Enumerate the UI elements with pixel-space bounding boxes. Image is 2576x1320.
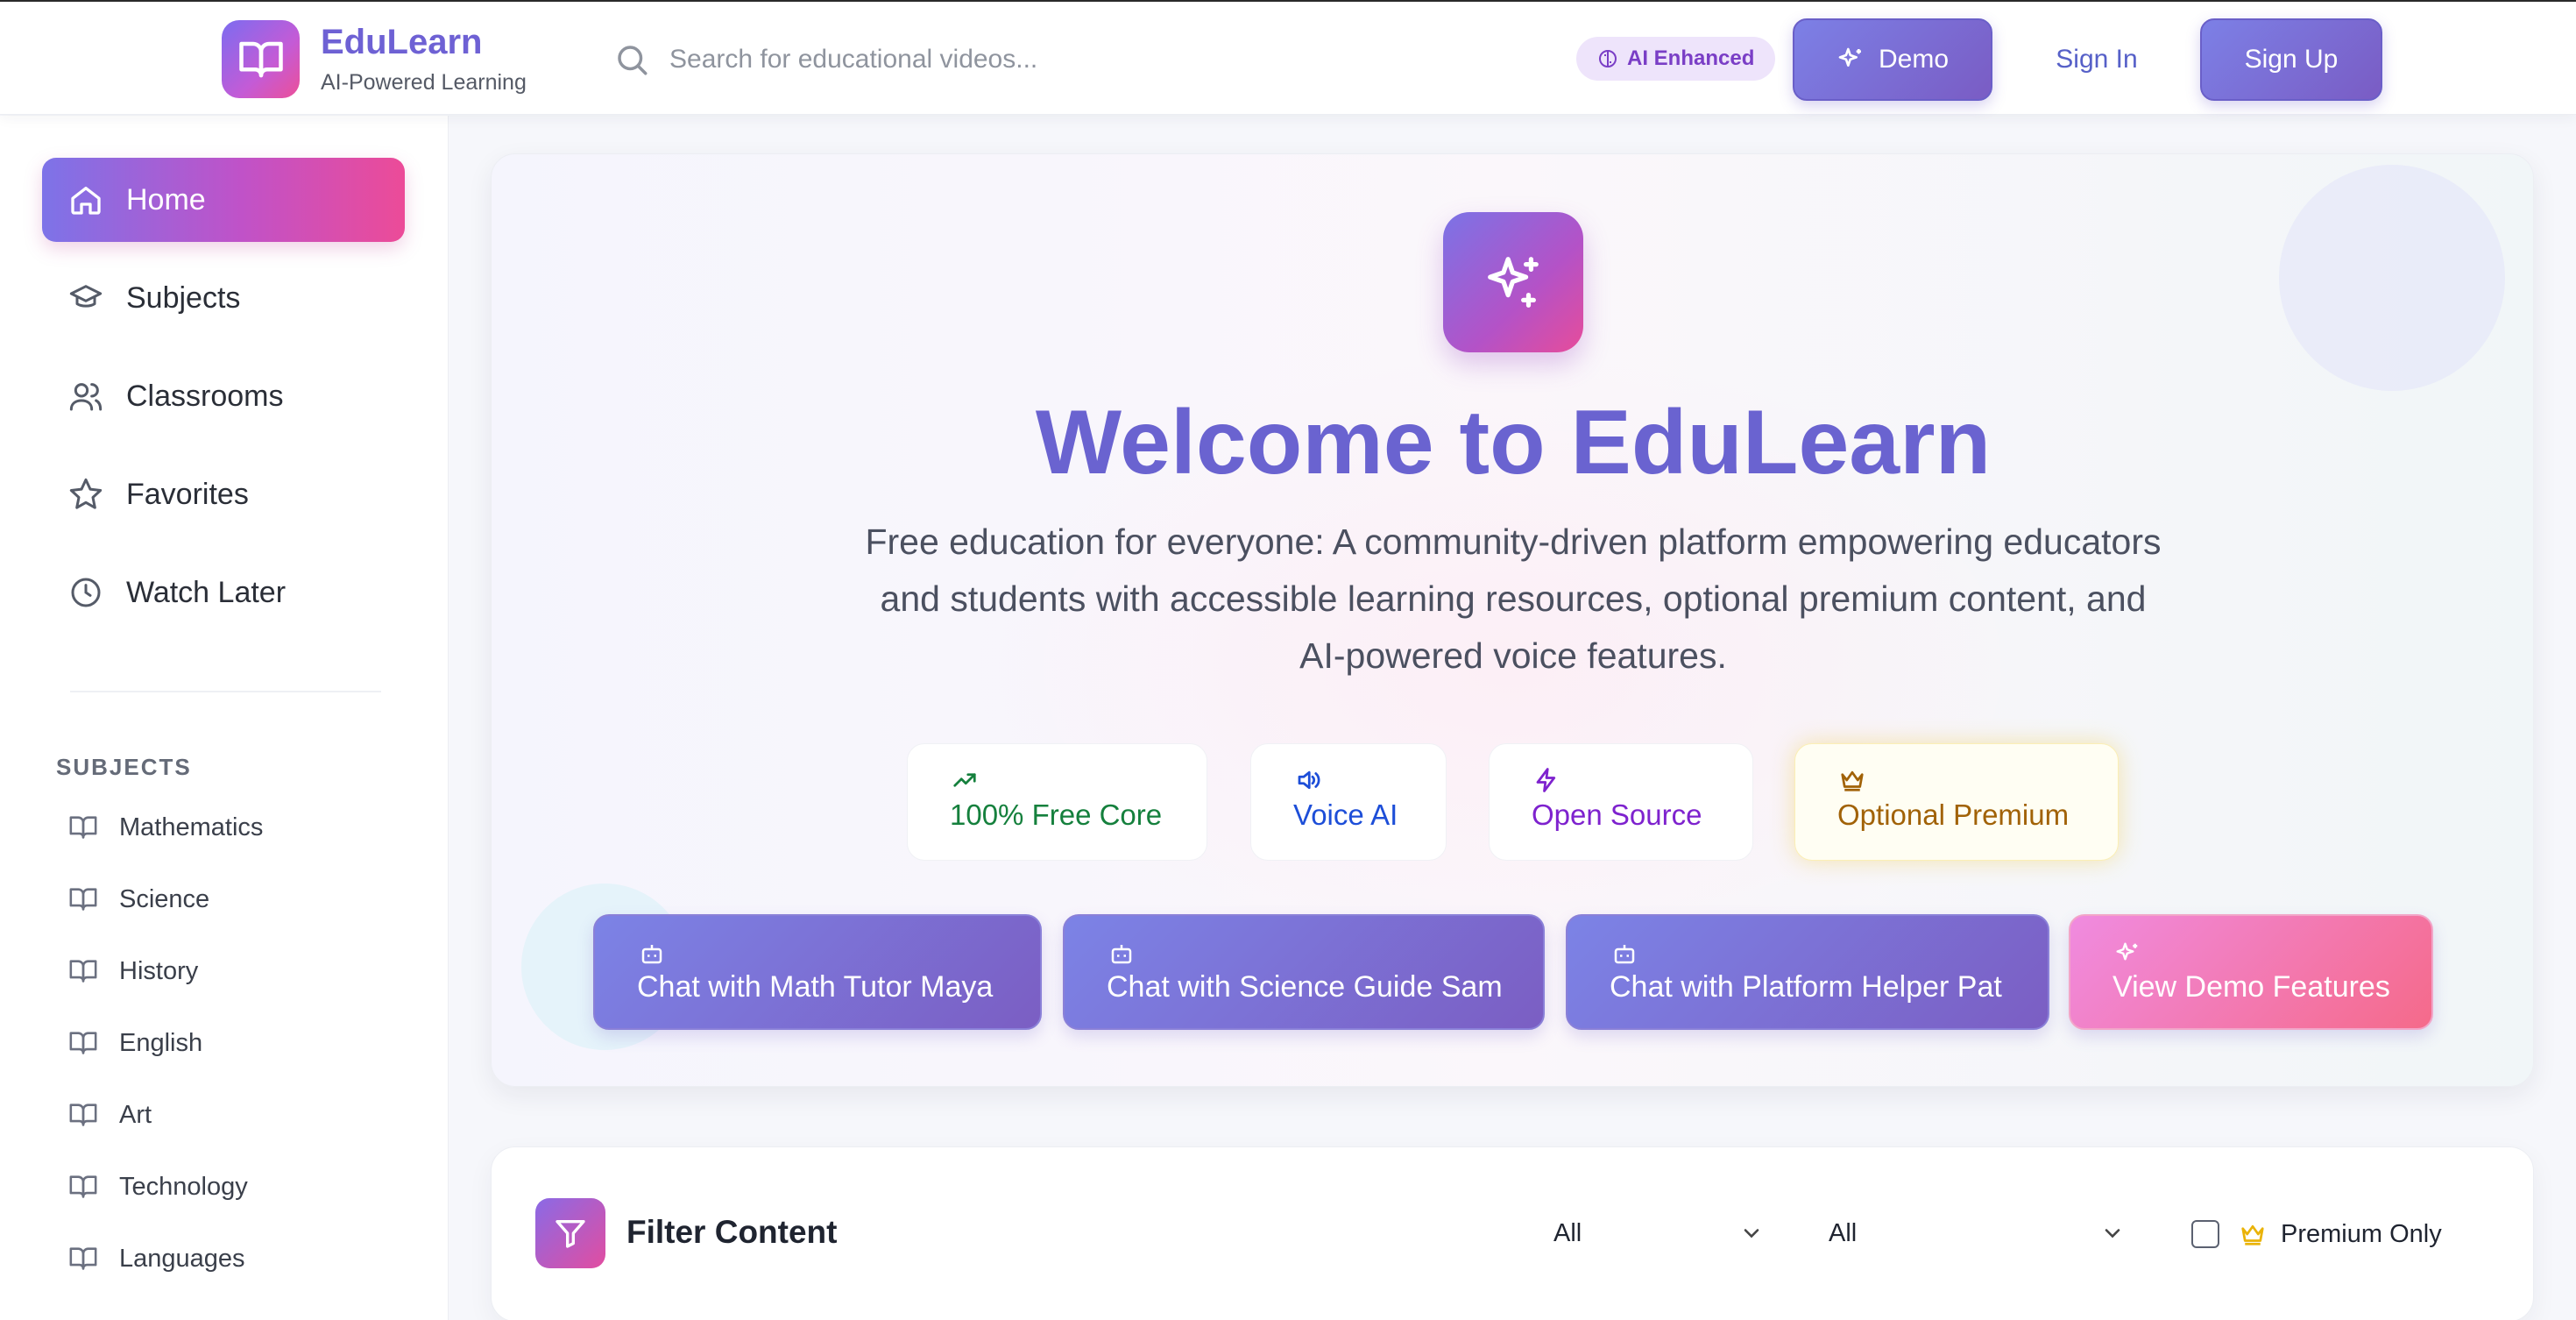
premium-only-label: Premium Only: [2281, 1219, 2442, 1248]
filter-panel: Filter Content All All Premium Only: [491, 1146, 2534, 1320]
category-filter-select[interactable]: All: [1829, 1209, 2125, 1258]
demo-label: Demo: [1878, 45, 1950, 74]
star-icon: [69, 478, 103, 509]
subject-label: History: [119, 956, 199, 985]
ai-enhanced-badge: AI Enhanced: [1576, 37, 1776, 81]
demo-button[interactable]: Demo: [1793, 18, 1992, 101]
sparkles-icon: [2116, 942, 2138, 961]
sidebar-item-label: Classrooms: [126, 379, 284, 413]
sidebar-item-label: Home: [126, 182, 206, 216]
sidebar-item-label: Favorites: [126, 477, 249, 511]
sparkles-icon: [1838, 47, 1861, 67]
select-value: All: [1553, 1218, 1582, 1247]
sidebar-item-subjects[interactable]: Subjects: [42, 256, 405, 340]
chat-button-label: View Demo Features: [2112, 970, 2390, 1004]
chat-button-label: Chat with Platform Helper Pat: [1610, 970, 2002, 1004]
home-icon: [71, 187, 101, 215]
brand-tagline: AI-Powered Learning: [321, 70, 527, 95]
subject-label: Mathematics: [119, 813, 264, 841]
feature-voice-ai: Voice AI: [1250, 743, 1447, 861]
search-bar[interactable]: [613, 35, 1279, 84]
subject-label: Science: [119, 884, 210, 913]
subject-item-english[interactable]: English: [68, 1025, 202, 1061]
premium-only-checkbox[interactable]: [2191, 1220, 2219, 1248]
book-icon: [69, 960, 97, 983]
subject-item-science[interactable]: Science: [68, 882, 209, 917]
filter-badge: [535, 1198, 605, 1268]
sidebar-divider: [70, 691, 381, 692]
hero-title: Welcome to EduLearn: [1035, 392, 1992, 493]
book-icon: [69, 888, 97, 911]
filter-icon: [556, 1220, 585, 1248]
users-icon: [69, 383, 103, 411]
brand-name[interactable]: EduLearn: [321, 23, 482, 62]
feature-label: Optional Premium: [1837, 798, 2070, 831]
book-icon: [69, 816, 97, 839]
hero-sparkles-badge: [1443, 212, 1583, 352]
book-icon: [69, 1032, 97, 1054]
subject-filter-select[interactable]: All: [1553, 1209, 1764, 1258]
subject-item-technology[interactable]: Technology: [68, 1169, 248, 1204]
sidebar-item-watch-later[interactable]: Watch Later: [42, 550, 405, 635]
feature-label: 100% Free Core: [950, 798, 1163, 831]
hero-section: Welcome to EduLearn Free education for e…: [491, 153, 2534, 1087]
trending-up-icon: [953, 773, 976, 787]
feature-free-core: 100% Free Core: [907, 743, 1207, 861]
feature-open-source: Open Source: [1489, 743, 1753, 861]
ai-badge-label: AI Enhanced: [1627, 46, 1755, 70]
bot-icon: [1614, 945, 1635, 964]
decorative-circle: [2279, 165, 2505, 391]
feature-optional-premium: Optional Premium: [1794, 743, 2119, 861]
sidebar-item-classrooms[interactable]: Classrooms: [42, 354, 405, 438]
graduation-cap-icon: [69, 285, 103, 308]
bot-icon: [641, 945, 662, 964]
select-value: All: [1829, 1218, 1858, 1247]
subject-item-languages[interactable]: Languages: [68, 1241, 245, 1276]
sidebar: Home Subjects Classrooms Favorites Watch…: [0, 116, 449, 1320]
feature-label: Open Source: [1532, 798, 1702, 831]
filter-title: Filter Content: [626, 1214, 838, 1250]
subject-label: Technology: [119, 1172, 248, 1201]
sidebar-item-label: Subjects: [126, 280, 241, 315]
chat-button-label: Chat with Math Tutor Maya: [637, 970, 994, 1004]
sidebar-item-home[interactable]: Home: [42, 158, 405, 242]
subject-label: Art: [119, 1100, 152, 1129]
zap-icon: [1536, 768, 1556, 792]
premium-only-toggle[interactable]: Premium Only: [2191, 1214, 2442, 1254]
volume-icon: [1298, 770, 1320, 790]
sidebar-item-label: Watch Later: [126, 575, 287, 609]
logo[interactable]: [222, 20, 300, 98]
sign-up-button[interactable]: Sign Up: [2200, 18, 2382, 101]
search-input[interactable]: [669, 45, 1265, 75]
search-icon: [618, 46, 648, 75]
hero-description: Free education for everyone: A community…: [865, 522, 2162, 676]
chevron-down-icon: [1744, 1229, 1759, 1238]
book-open-icon: [238, 41, 283, 77]
subject-item-history[interactable]: History: [68, 954, 198, 989]
subjects-heading: SUBJECTS: [56, 754, 192, 780]
feature-label: Voice AI: [1293, 798, 1398, 831]
bot-icon: [1111, 945, 1132, 964]
top-header: EduLearn AI-Powered Learning AI Enhanced…: [0, 0, 2576, 115]
subject-item-mathematics[interactable]: Mathematics: [68, 810, 263, 845]
clock-icon: [71, 578, 101, 607]
book-icon: [69, 1175, 97, 1198]
subject-label: English: [119, 1028, 203, 1057]
brain-icon: [1599, 50, 1617, 67]
view-demo-features-button[interactable]: View Demo Features: [2069, 914, 2433, 1030]
subject-label: Languages: [119, 1244, 245, 1273]
sidebar-item-favorites[interactable]: Favorites: [42, 452, 405, 536]
sparkles-icon: [1488, 257, 1539, 308]
book-icon: [69, 1104, 97, 1126]
subject-item-art[interactable]: Art: [68, 1097, 152, 1132]
chevron-down-icon: [2105, 1229, 2120, 1238]
book-icon: [69, 1247, 97, 1270]
chat-math-tutor-button[interactable]: Chat with Math Tutor Maya: [593, 914, 1042, 1030]
crown-icon: [1841, 770, 1864, 791]
chat-science-guide-button[interactable]: Chat with Science Guide Sam: [1063, 914, 1545, 1030]
chat-button-label: Chat with Science Guide Sam: [1107, 970, 1503, 1004]
sign-in-button[interactable]: Sign In: [2031, 18, 2162, 101]
crown-icon: [2241, 1224, 2264, 1245]
chat-platform-helper-button[interactable]: Chat with Platform Helper Pat: [1566, 914, 2049, 1030]
